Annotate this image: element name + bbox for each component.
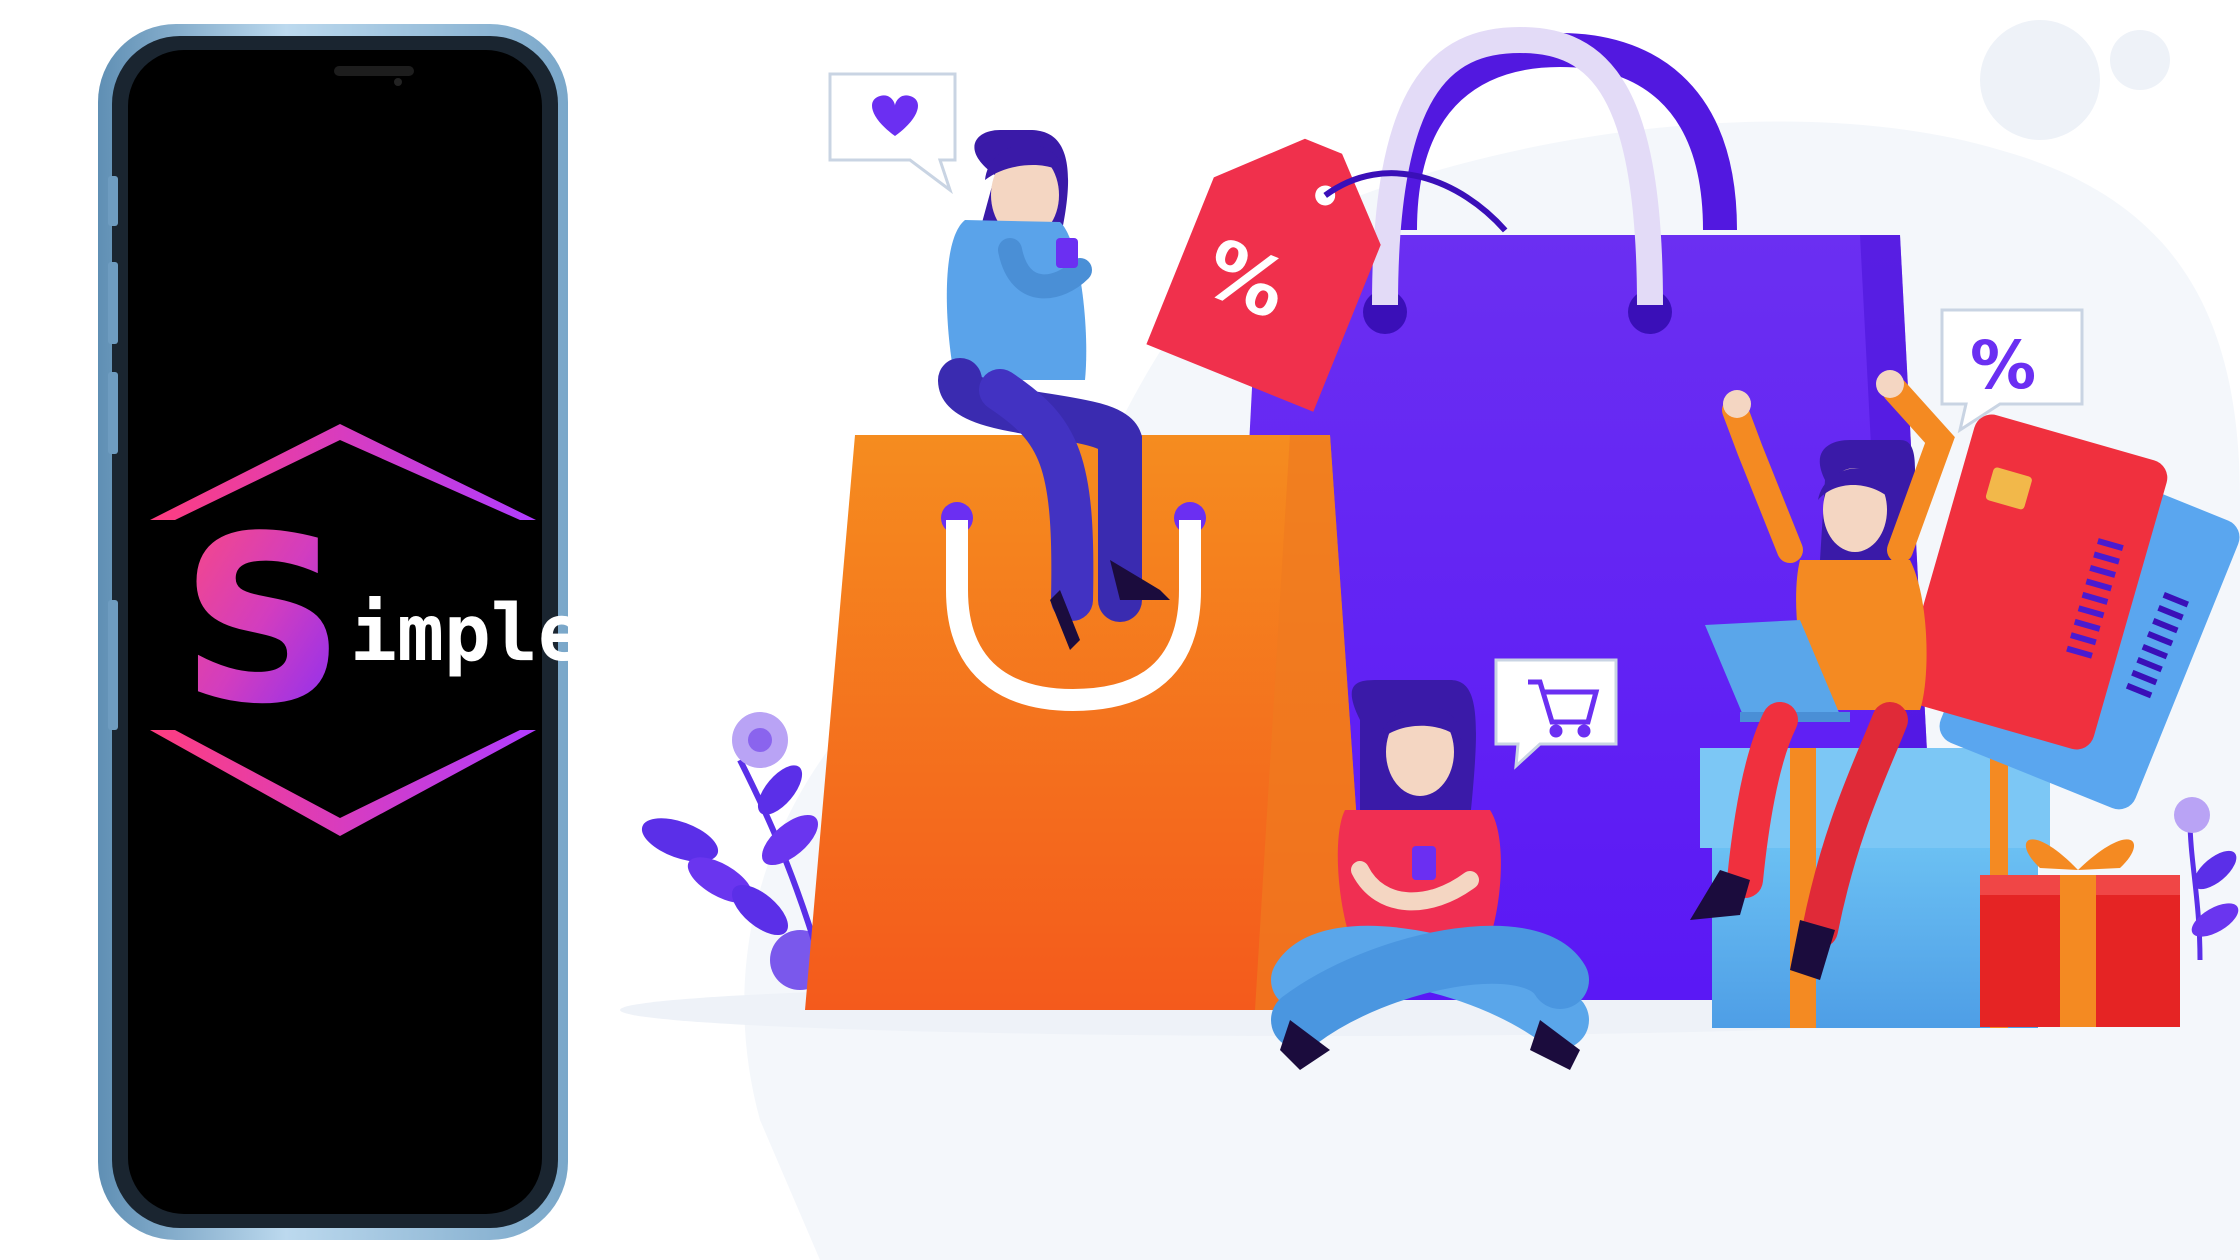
earpiece (334, 66, 414, 76)
sim-tray (108, 600, 118, 730)
logo-letter-s: S (180, 488, 346, 755)
volume-up-button (108, 262, 118, 344)
volume-down-button (108, 372, 118, 454)
front-camera (394, 78, 402, 86)
silent-switch (108, 176, 118, 226)
percent-icon: % (1970, 327, 2036, 404)
plant-left (641, 712, 830, 990)
promo-banner: S imple % % (0, 0, 2240, 1260)
speech-bubble-heart (828, 72, 957, 195)
logo-wordmark: imple (350, 589, 585, 679)
